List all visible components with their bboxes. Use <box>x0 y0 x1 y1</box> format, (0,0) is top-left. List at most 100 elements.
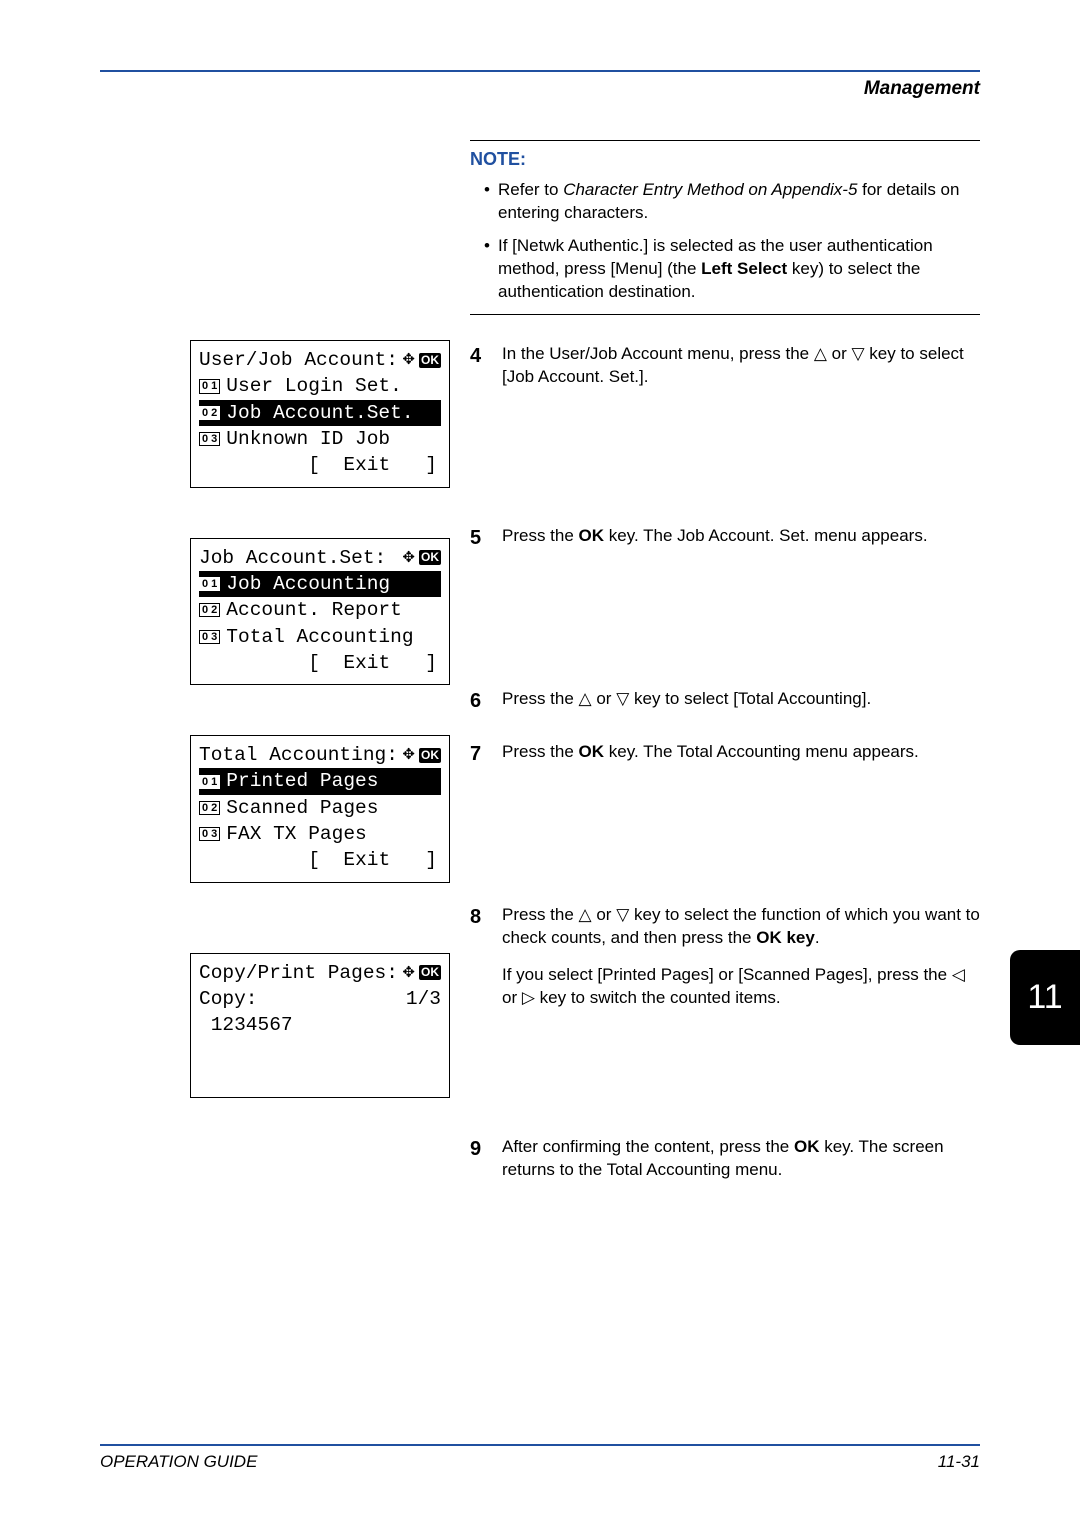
row-num: 0 1 <box>199 577 220 591</box>
t: or <box>592 905 617 924</box>
lcd-row: 0 3 Unknown ID Job <box>199 426 441 452</box>
up-triangle-icon: △ <box>814 344 827 363</box>
row-num: 0 2 <box>199 801 220 815</box>
up-triangle-icon: △ <box>579 689 592 708</box>
allarrows-icon: ✥ <box>402 963 414 983</box>
t: key to select [Total Accounting]. <box>629 689 871 708</box>
row-num: 0 1 <box>199 379 220 393</box>
t: or <box>502 988 522 1007</box>
note-item: Refer to Character Entry Method on Appen… <box>484 179 980 225</box>
row-num: 0 1 <box>199 775 220 789</box>
row-num: 0 2 <box>199 406 220 420</box>
row-text: Job Account.Set. <box>226 400 413 426</box>
up-triangle-icon: △ <box>579 905 592 924</box>
down-triangle-icon: ▽ <box>616 905 629 924</box>
note-bottom-rule <box>470 314 980 315</box>
step-7: 7 Press the OK key. The Total Accounting… <box>470 741 980 768</box>
chapter-number: 11 <box>1027 978 1062 1017</box>
footer-left: OPERATION GUIDE <box>100 1452 257 1472</box>
left-column: User/Job Account: ✥ OK 0 1 User Login Se… <box>100 140 440 1207</box>
lcd-exit: [ Exit ] <box>199 452 441 478</box>
footer-page: 11-31 <box>938 1452 980 1472</box>
lcd-job-account-set: Job Account.Set: ✥ OK 0 1 Job Accounting… <box>190 538 450 686</box>
row-text: User Login Set. <box>226 373 402 399</box>
t: Press the <box>502 689 579 708</box>
lcd-value-row: 1234567 <box>199 1012 441 1038</box>
step-number: 8 <box>470 904 490 1010</box>
t-bold: OK <box>579 526 605 545</box>
spacer <box>470 1036 980 1136</box>
step-text: Press the △ or ▽ key to select the funct… <box>502 904 980 1010</box>
lcd-row: 0 3 Total Accounting <box>199 624 441 650</box>
row-num: 0 3 <box>199 827 220 841</box>
t-bold: OK key <box>756 928 815 947</box>
t: key. The Job Account. Set. menu appears. <box>604 526 928 545</box>
lcd-row: 0 2 Scanned Pages <box>199 795 441 821</box>
row-text: Total Accounting <box>226 624 413 650</box>
t: Press the <box>502 526 579 545</box>
left-triangle-icon: ◁ <box>952 965 965 984</box>
lcd-pager: 1/3 <box>406 986 441 1012</box>
row-num: 0 2 <box>199 603 220 617</box>
lcd-user-job-account: User/Job Account: ✥ OK 0 1 User Login Se… <box>190 340 450 488</box>
t-bold: OK <box>579 742 605 761</box>
step-number: 5 <box>470 525 490 552</box>
lcd-row: 0 1 User Login Set. <box>199 373 441 399</box>
lcd-row-selected: 0 1 Printed Pages <box>199 768 441 794</box>
updown-icon: ✥ <box>402 745 414 765</box>
step-6: 6 Press the △ or ▽ key to select [Total … <box>470 688 980 715</box>
step-9: 9 After confirming the content, press th… <box>470 1136 980 1182</box>
lcd-title: Copy/Print Pages: <box>199 960 398 986</box>
updown-icon: ✥ <box>402 350 414 370</box>
t: Press the <box>502 742 579 761</box>
t: If you select [Printed Pages] or [Scanne… <box>502 965 952 984</box>
chapter-tab: 11 <box>1010 950 1080 1045</box>
lcd-exit: [ Exit ] <box>199 650 441 676</box>
lcd-row-selected: 0 1 Job Accounting <box>199 571 441 597</box>
lcd-title: User/Job Account: <box>199 347 398 373</box>
lcd-label-row: Copy: 1/3 <box>199 986 441 1012</box>
note-ital: Character Entry Method on Appendix-5 <box>563 180 857 199</box>
note-bold: Left Select <box>701 259 787 278</box>
lcd-exit: [ Exit ] <box>199 847 441 873</box>
down-triangle-icon: ▽ <box>616 689 629 708</box>
row-text: FAX TX Pages <box>226 821 366 847</box>
content-area: User/Job Account: ✥ OK 0 1 User Login Se… <box>100 140 980 1207</box>
step-number: 6 <box>470 688 490 715</box>
t: or <box>827 344 852 363</box>
spacer <box>470 794 980 904</box>
lcd-title-row: Job Account.Set: ✥ OK <box>199 545 441 571</box>
t: After confirming the content, press the <box>502 1137 794 1156</box>
t: . <box>815 928 820 947</box>
step-number: 4 <box>470 343 490 389</box>
down-triangle-icon: ▽ <box>851 344 864 363</box>
step-number: 7 <box>470 741 490 768</box>
lcd-title: Total Accounting: <box>199 742 398 768</box>
lcd-title-icons: ✥ OK <box>402 350 441 370</box>
note-title: NOTE: <box>470 147 980 171</box>
row-text: Scanned Pages <box>226 795 378 821</box>
lcd-title-icons: ✥ OK <box>402 548 441 568</box>
step-text: After confirming the content, press the … <box>502 1136 980 1182</box>
t-bold: OK <box>794 1137 820 1156</box>
lcd-title: Job Account.Set: <box>199 545 386 571</box>
lcd-label: Copy: <box>199 986 258 1012</box>
lcd-title-icons: ✥ OK <box>402 745 441 765</box>
t: key. The Total Accounting menu appears. <box>604 742 919 761</box>
note-text: Refer to <box>498 180 563 199</box>
footer-rule <box>100 1444 980 1446</box>
row-text: Printed Pages <box>226 768 378 794</box>
step-4: 4 In the User/Job Account menu, press th… <box>470 343 980 389</box>
row-text: Unknown ID Job <box>226 426 390 452</box>
step-text: Press the OK key. The Total Accounting m… <box>502 741 980 768</box>
lcd-total-accounting: Total Accounting: ✥ OK 0 1 Printed Pages… <box>190 735 450 883</box>
ok-icon: OK <box>419 965 441 980</box>
note-list: Refer to Character Entry Method on Appen… <box>470 179 980 304</box>
lcd-title-row: Total Accounting: ✥ OK <box>199 742 441 768</box>
updown-icon: ✥ <box>402 548 414 568</box>
row-num: 0 3 <box>199 432 220 446</box>
top-rule <box>100 70 980 72</box>
lcd-row-selected: 0 2 Job Account.Set. <box>199 400 441 426</box>
step-text: Press the OK key. The Job Account. Set. … <box>502 525 980 552</box>
step-text: Press the △ or ▽ key to select [Total Ac… <box>502 688 980 715</box>
